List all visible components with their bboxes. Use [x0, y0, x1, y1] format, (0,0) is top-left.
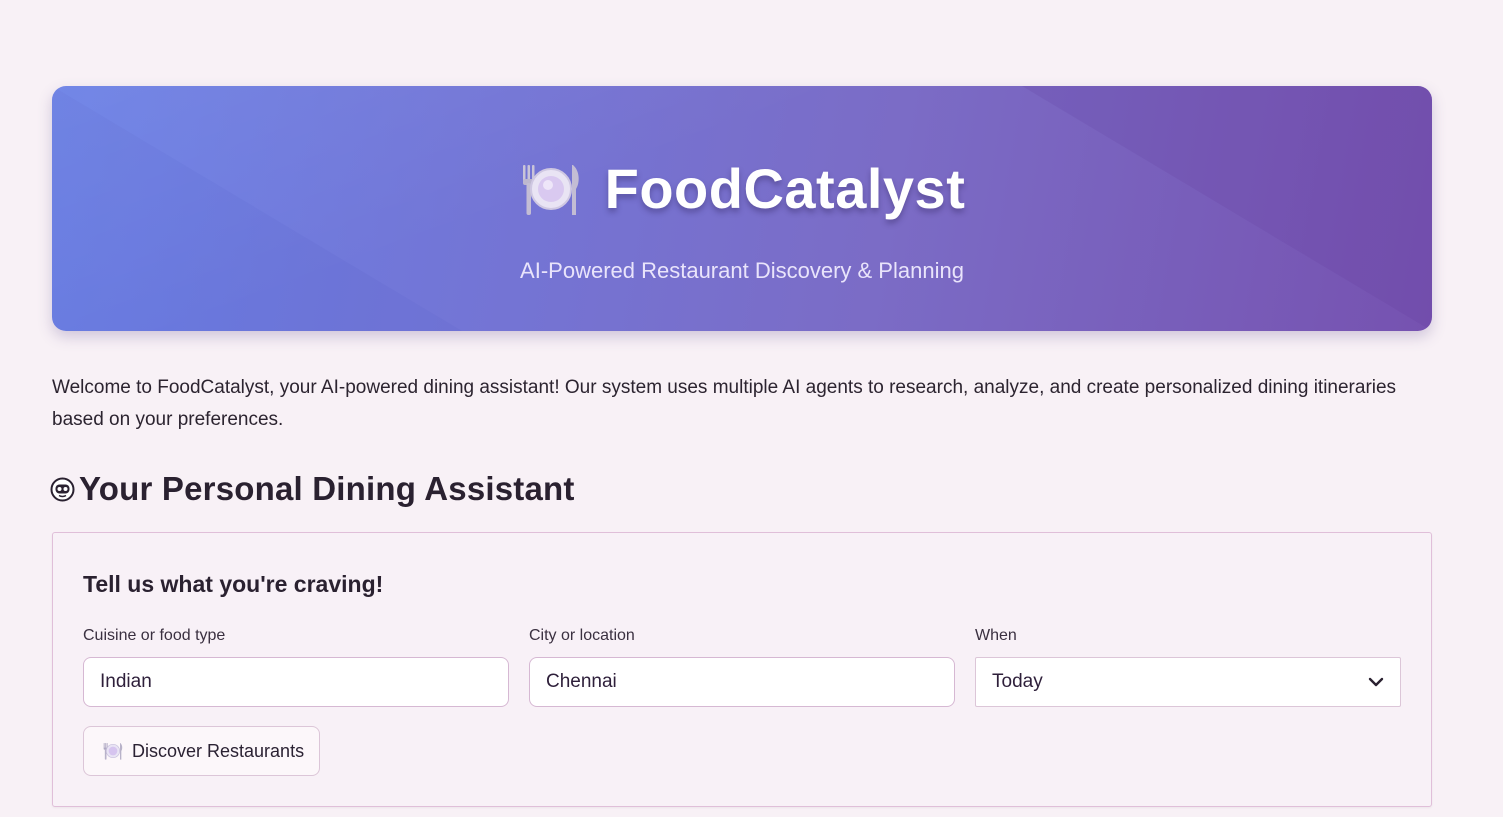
city-input[interactable]: Chennai: [529, 657, 955, 707]
page: FoodCatalyst AI-Powered Restaurant Disco…: [0, 0, 1503, 817]
app-title: FoodCatalyst: [604, 157, 966, 220]
cuisine-value: Indian: [100, 671, 152, 692]
section-heading: Your Personal Dining Assistant: [50, 470, 575, 508]
chevron-down-icon: [1368, 677, 1384, 687]
section-title: Your Personal Dining Assistant: [79, 470, 575, 507]
city-value: Chennai: [546, 671, 617, 692]
intro-text: Welcome to FoodCatalyst, your AI-powered…: [52, 377, 1397, 430]
search-form-card: Tell us what you're craving! Cuisine or …: [52, 532, 1432, 807]
app-subtitle: AI-Powered Restaurant Discovery & Planni…: [520, 258, 964, 283]
plate-fork-knife-icon: [103, 743, 123, 760]
when-label: When: [975, 627, 1017, 644]
cuisine-input[interactable]: Indian: [83, 657, 509, 707]
discover-button-label: Discover Restaurants: [132, 740, 305, 761]
hero-banner: FoodCatalyst AI-Powered Restaurant Disco…: [52, 86, 1432, 331]
when-select[interactable]: Today: [975, 657, 1401, 707]
hero-title-row: FoodCatalyst: [52, 156, 1432, 221]
plate-fork-knife-icon: [522, 164, 579, 215]
discover-restaurants-button[interactable]: Discover Restaurants: [83, 726, 320, 776]
form-title: Tell us what you're craving!: [83, 571, 384, 597]
cuisine-label: Cuisine or food type: [83, 627, 226, 644]
robot-face-icon: [50, 477, 75, 501]
when-value: Today: [992, 671, 1043, 692]
city-label: City or location: [529, 627, 635, 644]
